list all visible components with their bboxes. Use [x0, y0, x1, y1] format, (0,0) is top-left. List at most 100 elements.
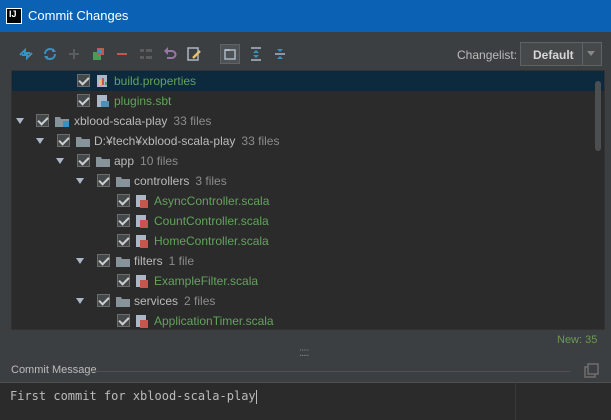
select-divider	[582, 43, 583, 65]
refresh-icon[interactable]	[40, 44, 60, 64]
divider	[515, 382, 516, 420]
expand-arrow-icon[interactable]	[36, 138, 44, 144]
checkbox-checked[interactable]	[117, 234, 130, 247]
commit-message-text: First commit for xblood-scala-play	[10, 389, 257, 404]
window-title: Commit Changes	[28, 8, 129, 23]
splitter-grip-icon[interactable]: ⁚⁚⁚⁚⁚	[299, 348, 309, 359]
tree-scrollbar[interactable]	[595, 81, 601, 151]
checkbox-checked[interactable]	[36, 114, 49, 127]
tree-row-folder[interactable]: app 10 files	[12, 151, 604, 171]
commit-message-input[interactable]: First commit for xblood-scala-play	[0, 382, 611, 420]
tree-row-module[interactable]: xblood-scala-play 33 files	[12, 111, 604, 131]
expand-arrow-icon[interactable]	[16, 118, 24, 124]
tree-row-label: app 10 files	[114, 154, 178, 168]
group-icon[interactable]	[136, 44, 156, 64]
checkbox-checked[interactable]	[97, 254, 110, 267]
file-count: 33 files	[173, 114, 212, 128]
folder-name: services	[134, 294, 179, 308]
tree-row-file[interactable]: CountController.scala	[12, 211, 604, 231]
changes-tree[interactable]: build.properties plugins.sbt xblood-scal…	[11, 70, 605, 330]
expand-arrow-icon[interactable]	[76, 298, 84, 304]
scala-file-icon	[136, 275, 148, 288]
checkbox-checked[interactable]	[97, 174, 110, 187]
scala-file-icon	[136, 235, 148, 248]
file-count: 3 files	[195, 174, 227, 188]
chevron-down-icon	[587, 51, 595, 56]
changelist-label: Changelist:	[457, 48, 518, 62]
tree-row-file[interactable]: build.properties	[12, 71, 604, 91]
tree-row-folder[interactable]: D:¥tech¥xblood-scala-play 33 files	[12, 131, 604, 151]
show-directories-icon[interactable]	[220, 44, 240, 64]
tree-row-label: ApplicationTimer.scala	[154, 314, 274, 328]
expand-arrow-icon[interactable]	[76, 258, 84, 264]
tree-row-label: D:¥tech¥xblood-scala-play 33 files	[94, 134, 279, 148]
file-count: 2 files	[184, 294, 216, 308]
tree-row-file[interactable]: ExampleFilter.scala	[12, 271, 604, 291]
folder-icon	[116, 257, 130, 267]
tree-row-label: HomeController.scala	[154, 234, 269, 248]
checkbox-checked[interactable]	[117, 274, 130, 287]
scala-file-icon	[136, 315, 148, 328]
checkbox-checked[interactable]	[77, 94, 90, 107]
folder-path: D:¥tech¥xblood-scala-play	[94, 134, 236, 148]
folder-name: controllers	[134, 174, 190, 188]
file-count: 33 files	[241, 134, 280, 148]
checkbox-checked[interactable]	[77, 74, 90, 87]
intellij-logo-icon: IJ	[6, 8, 22, 24]
commit-message-value: First commit for xblood-scala-play	[10, 389, 256, 403]
module-name: xblood-scala-play	[74, 114, 168, 128]
rollback-icon[interactable]	[160, 44, 180, 64]
sbt-file-icon	[97, 95, 109, 107]
checkbox-checked[interactable]	[117, 214, 130, 227]
tree-row-folder[interactable]: filters 1 file	[12, 251, 604, 271]
scala-file-icon	[136, 195, 148, 208]
commit-message-label: Commit Message	[11, 364, 97, 376]
checkbox-checked[interactable]	[57, 134, 70, 147]
tree-row-file[interactable]: HomeController.scala	[12, 231, 604, 251]
checkbox-checked[interactable]	[97, 294, 110, 307]
collapse-all-icon[interactable]	[270, 44, 290, 64]
tree-row-label: filters 1 file	[134, 254, 194, 268]
checkbox-checked[interactable]	[77, 154, 90, 167]
file-count: 10 files	[140, 154, 179, 168]
tree-row-file[interactable]: AsyncController.scala	[12, 191, 604, 211]
expand-arrow-icon[interactable]	[76, 178, 84, 184]
expand-all-icon[interactable]	[246, 44, 266, 64]
tree-row-label: ExampleFilter.scala	[154, 274, 259, 288]
tree-row-folder[interactable]: services 2 files	[12, 291, 604, 311]
new-files-count: New: 35	[557, 334, 598, 346]
remove-icon[interactable]	[112, 44, 132, 64]
tree-row-label: xblood-scala-play 33 files	[74, 114, 211, 128]
folder-icon	[116, 297, 130, 307]
folder-name: app	[114, 154, 135, 168]
folder-icon	[96, 157, 110, 167]
text-caret	[255, 389, 257, 404]
tree-row-label: CountController.scala	[154, 214, 269, 228]
add-icon[interactable]	[64, 44, 84, 64]
edit-icon[interactable]	[184, 44, 204, 64]
folder-icon	[76, 137, 90, 147]
tree-row-label: build.properties	[114, 74, 197, 88]
checkbox-checked[interactable]	[117, 194, 130, 207]
scala-file-icon	[136, 215, 148, 228]
folder-icon	[116, 177, 130, 187]
checkbox-checked[interactable]	[117, 314, 130, 327]
properties-file-icon	[97, 75, 107, 87]
expand-arrow-icon[interactable]	[56, 158, 64, 164]
changelist-value: Default	[533, 48, 574, 62]
changelist-select[interactable]: Default	[520, 42, 602, 66]
divider	[90, 371, 570, 372]
move-icon[interactable]	[88, 44, 108, 64]
tree-row-label: AsyncController.scala	[154, 194, 270, 208]
tree-row-folder[interactable]: controllers 3 files	[12, 171, 604, 191]
tree-row-file[interactable]: plugins.sbt	[12, 91, 604, 111]
message-history-icon[interactable]	[583, 363, 599, 382]
tree-row-label: services 2 files	[134, 294, 215, 308]
file-count: 1 file	[168, 254, 195, 268]
tree-row-file[interactable]: ApplicationTimer.scala	[12, 311, 604, 329]
tree-row-label: plugins.sbt	[114, 94, 172, 108]
folder-name: filters	[134, 254, 163, 268]
module-folder-icon	[55, 117, 69, 127]
tree-row-label: controllers 3 files	[134, 174, 227, 188]
diff-icon[interactable]	[16, 44, 36, 64]
